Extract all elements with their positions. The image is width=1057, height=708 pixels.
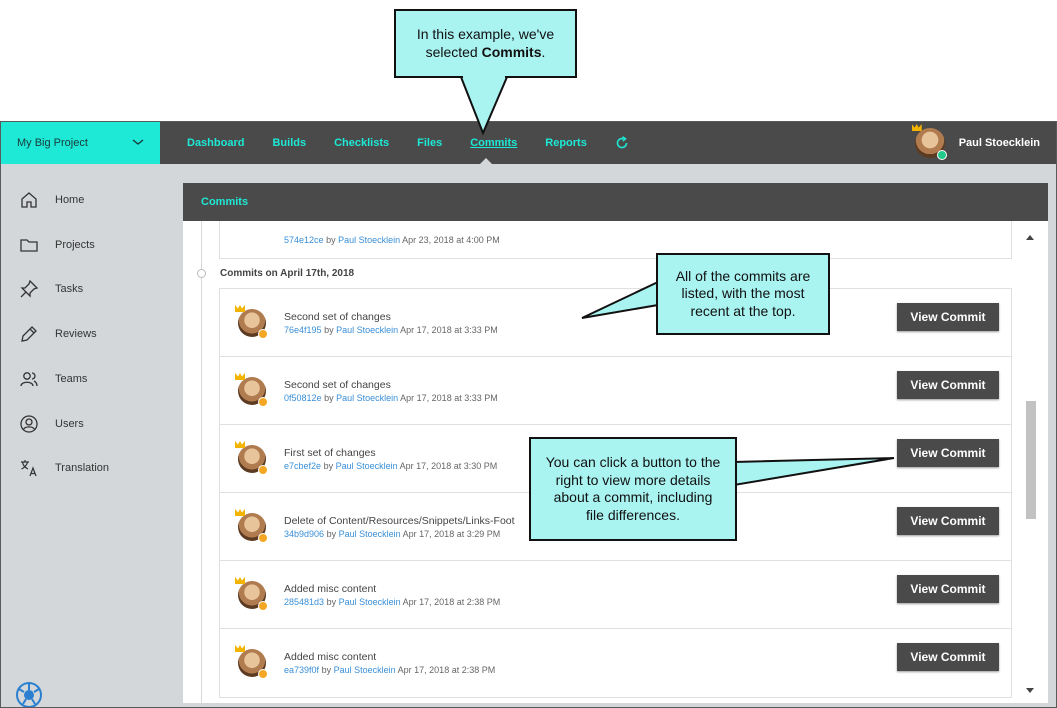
callout-text: You can click a button to the right to v…	[545, 454, 721, 523]
callout-pointer	[733, 457, 895, 487]
screenshot: My Big Project Dashboard Builds Checklis…	[0, 0, 1057, 708]
callout-view-button: You can click a button to the right to v…	[529, 437, 737, 541]
